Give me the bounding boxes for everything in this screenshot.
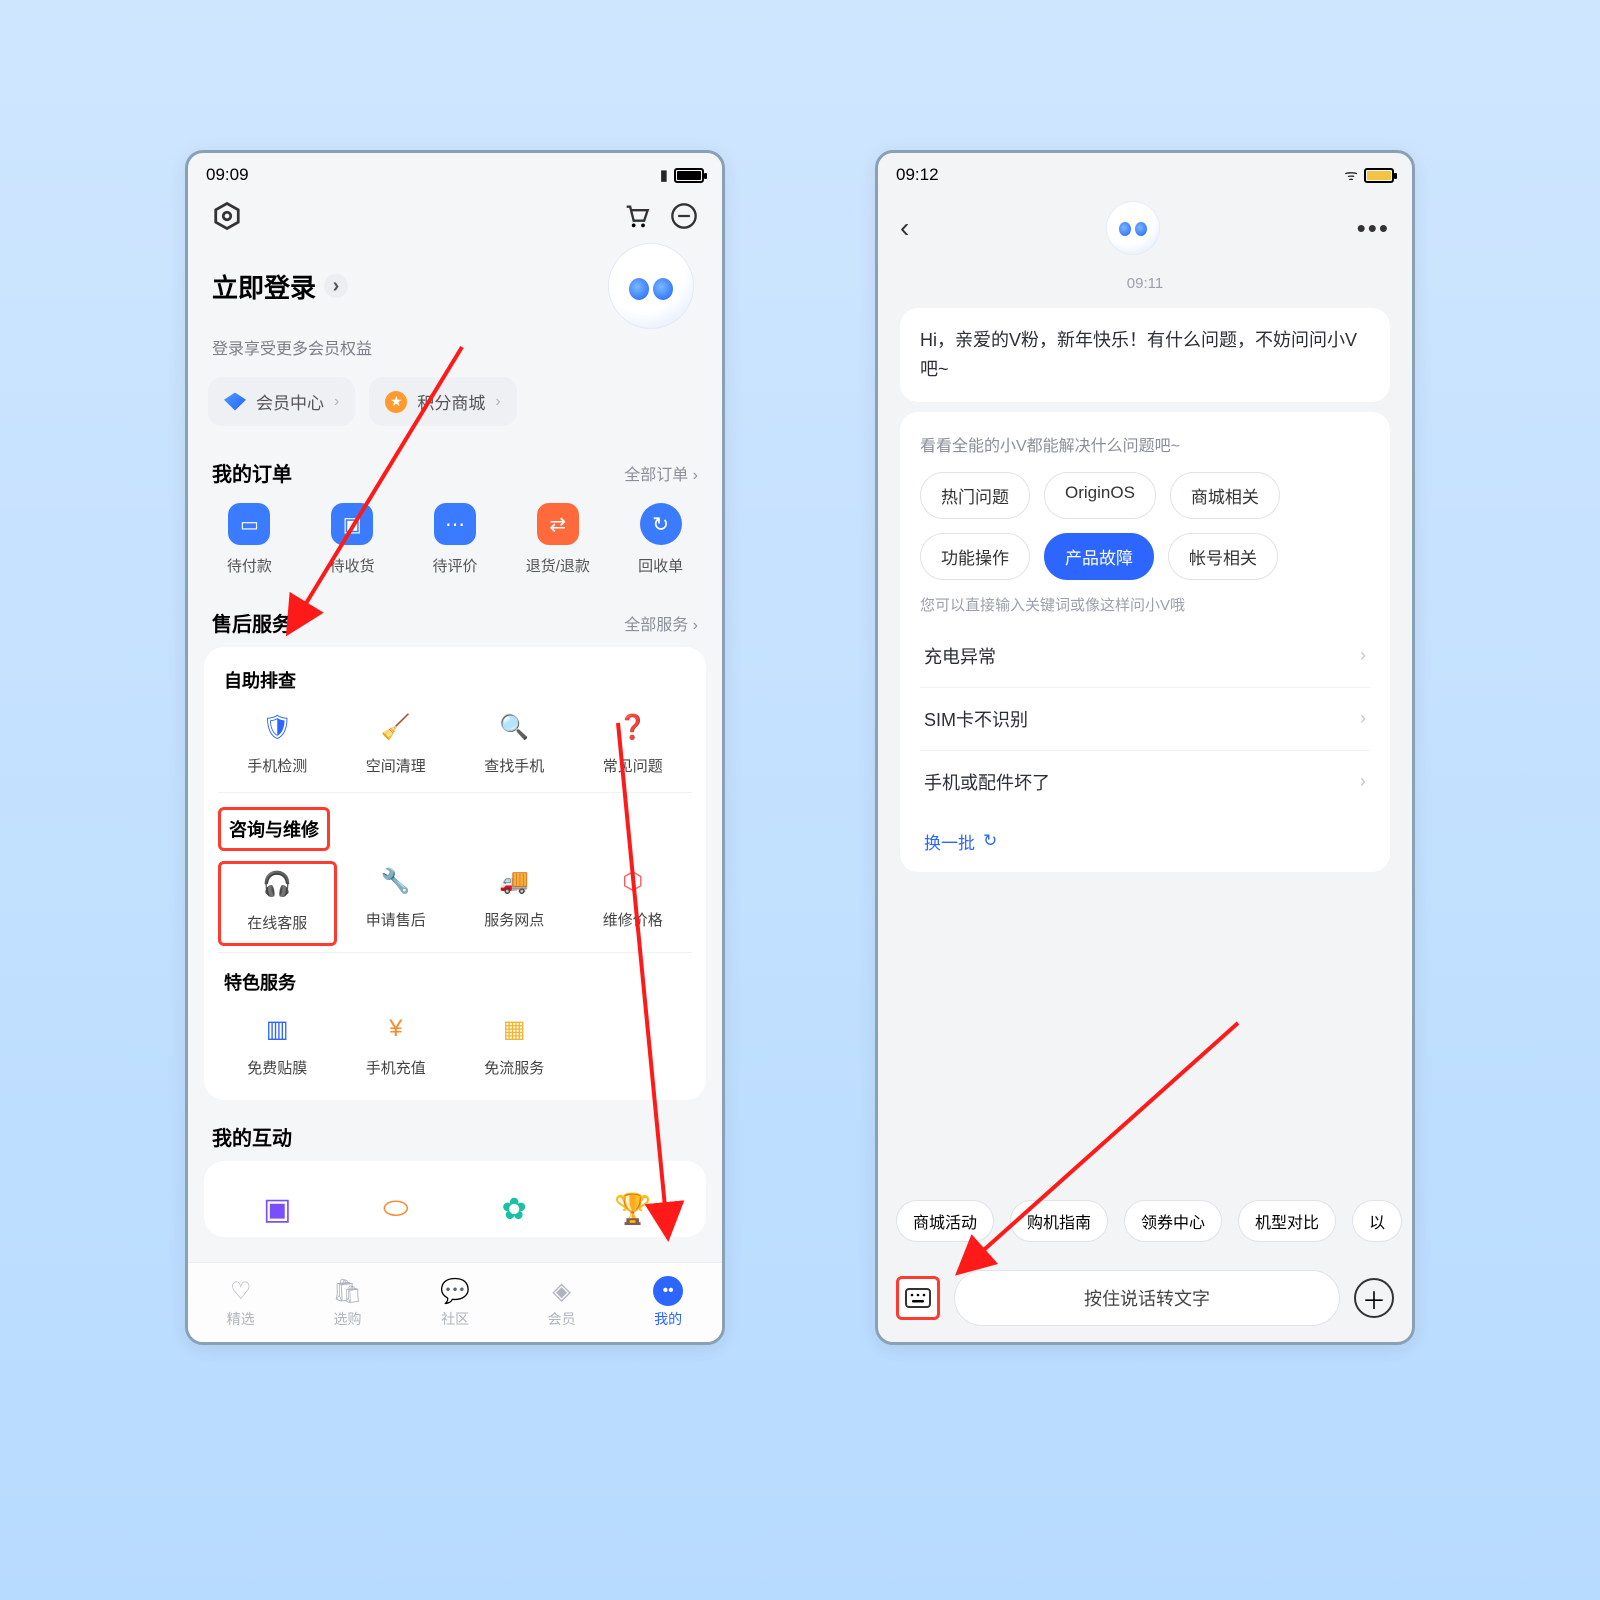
interaction-card: ▣ ⬭ ✿ 🏆 (204, 1161, 706, 1237)
tab-featured[interactable]: ♡精选 (227, 1277, 255, 1329)
member-center-chip[interactable]: 会员中心 › (208, 377, 355, 426)
login-title-text: 立即登录 (212, 268, 316, 305)
battery-icon (1364, 168, 1394, 183)
bottom-tab-bar: ♡精选 🛍选购 💬社区 ◈会员 ••我的 (188, 1262, 722, 1342)
interaction-1[interactable]: ▣ (259, 1189, 295, 1237)
chevron-right-icon: › (1360, 771, 1366, 792)
star-icon: ★ (385, 391, 407, 413)
chevron-right-icon: › (334, 393, 339, 411)
refresh-button[interactable]: 换一批↻ (920, 813, 1370, 866)
svc-recharge[interactable]: ¥手机充值 (337, 1009, 456, 1088)
chat-timestamp: 09:11 (878, 261, 1412, 300)
svc-phone-check[interactable]: 🛡手机检测 (218, 707, 337, 786)
chevron-right-icon: › (324, 274, 348, 298)
chat-greeting-bubble: Hi，亲爱的V粉，新年快乐！有什么问题，不妨问问小V吧~ (900, 308, 1390, 402)
signal-icon: ▮ (660, 166, 668, 184)
status-bar: 09:09 ▮ (188, 153, 722, 191)
points-mall-chip[interactable]: ★ 积分商城 › (369, 377, 516, 426)
diamond-icon (224, 393, 246, 411)
orders-title: 我的订单 (212, 458, 292, 487)
points-chip-label: 积分商城 (417, 389, 485, 414)
order-pending-payment[interactable]: ▭待付款 (202, 503, 296, 576)
consult-repair-title: 咨询与维修 (218, 807, 330, 851)
svc-space-clean[interactable]: 🧹空间清理 (337, 707, 456, 786)
suggestion-bar: 商城活动购机指南领券中心机型对比以 (878, 1190, 1412, 1252)
chevron-right-icon: › (1360, 645, 1366, 666)
chat-avatar-icon (1106, 201, 1160, 255)
category-pill[interactable]: 热门问题 (920, 472, 1030, 519)
add-button[interactable]: ＋ (1354, 1278, 1394, 1318)
svc-free-data[interactable]: ▦免流服务 (455, 1009, 574, 1088)
category-pill[interactable]: 商城相关 (1170, 472, 1280, 519)
svc-free-film[interactable]: ▥免费贴膜 (218, 1009, 337, 1088)
order-pending-review[interactable]: ⋯待评价 (408, 503, 502, 576)
special-service-title: 特色服务 (218, 967, 692, 1009)
order-refund[interactable]: ⇄退货/退款 (511, 503, 605, 576)
interaction-2[interactable]: ⬭ (378, 1189, 414, 1237)
suggestion-pill[interactable]: 购机指南 (1010, 1200, 1108, 1242)
order-recycle[interactable]: ↻回收单 (614, 503, 708, 576)
chevron-right-icon: › (495, 393, 500, 411)
order-pending-receipt[interactable]: ▣待收货 (305, 503, 399, 576)
suggestion-pill[interactable]: 机型对比 (1238, 1200, 1336, 1242)
svc-find-phone[interactable]: 🔍查找手机 (455, 707, 574, 786)
faq-row[interactable]: 充电异常› (920, 625, 1370, 687)
status-bar: 09:12 ᯤ (878, 153, 1412, 191)
more-menu-button[interactable]: ••• (1357, 213, 1390, 244)
orders-more-link[interactable]: 全部订单 › (624, 461, 698, 485)
svc-online-service[interactable]: 🎧在线客服 (218, 861, 337, 946)
cart-icon[interactable] (622, 202, 650, 230)
tab-member[interactable]: ◈会员 (548, 1277, 576, 1329)
category-pill[interactable]: 功能操作 (920, 533, 1030, 580)
message-icon[interactable] (670, 202, 698, 230)
avatar-robot-icon[interactable] (608, 243, 694, 329)
suggestion-pill[interactable]: 以 (1352, 1200, 1402, 1242)
keyboard-toggle-button[interactable] (896, 1276, 940, 1320)
svc-repair-price[interactable]: ⬡维修价格 (574, 861, 693, 946)
category-pill[interactable]: 产品故障 (1044, 533, 1154, 580)
tab-shop[interactable]: 🛍选购 (332, 1277, 362, 1329)
suggestion-pill[interactable]: 领券中心 (1124, 1200, 1222, 1242)
battery-icon (674, 168, 704, 183)
svc-apply-after[interactable]: 🔧申请售后 (337, 861, 456, 946)
back-button[interactable]: ‹ (900, 212, 909, 244)
status-time: 09:09 (206, 165, 249, 185)
category-pill[interactable]: OriginOS (1044, 472, 1156, 519)
phone-left: 09:09 ▮ 立即登录 › 登录享受更多会员权益 会员中心 › ★ 积分商城 … (185, 150, 725, 1345)
settings-hex-icon[interactable] (212, 201, 242, 231)
after-sales-more-link[interactable]: 全部服务 › (624, 611, 698, 635)
after-sales-card: 自助排查 🛡手机检测 🧹空间清理 🔍查找手机 ❓常见问题 咨询与维修 🎧在线客服… (204, 647, 706, 1100)
faq-row[interactable]: 手机或配件坏了› (920, 750, 1370, 813)
faq-row[interactable]: SIM卡不识别› (920, 687, 1370, 750)
status-time: 09:12 (896, 165, 939, 185)
svc-faq[interactable]: ❓常见问题 (574, 707, 693, 786)
interaction-title: 我的互动 (212, 1122, 292, 1151)
wifi-icon: ᯤ (1344, 165, 1358, 185)
phone-right: 09:12 ᯤ ‹ ••• 09:11 Hi，亲爱的V粉，新年快乐！有什么问题，… (875, 150, 1415, 1345)
after-sales-title: 售后服务 (212, 608, 292, 637)
suggestion-pill[interactable]: 商城活动 (896, 1200, 994, 1242)
voice-input[interactable]: 按住说话转文字 (954, 1270, 1340, 1326)
qa-sub-hint: 您可以直接输入关键词或像这样问小V哦 (920, 594, 1370, 615)
self-check-title: 自助排查 (218, 665, 692, 707)
qa-card: 看看全能的小V都能解决什么问题吧~ 热门问题 OriginOS 商城相关功能操作产品… (900, 412, 1390, 872)
refresh-icon: ↻ (983, 831, 997, 851)
interaction-4[interactable]: 🏆 (615, 1189, 651, 1237)
login-subtitle: 登录享受更多会员权益 (188, 329, 722, 371)
tab-mine[interactable]: ••我的 (653, 1276, 683, 1329)
member-chip-label: 会员中心 (256, 389, 324, 414)
keyboard-icon (905, 1288, 931, 1308)
interaction-3[interactable]: ✿ (496, 1189, 532, 1237)
qa-hint: 看看全能的小V都能解决什么问题吧~ (920, 432, 1370, 456)
tab-community[interactable]: 💬社区 (440, 1277, 470, 1329)
svc-service-point[interactable]: 🚚服务网点 (455, 861, 574, 946)
category-pill[interactable]: 帐号相关 (1168, 533, 1278, 580)
chevron-right-icon: › (1360, 708, 1366, 729)
login-button[interactable]: 立即登录 › (212, 268, 348, 305)
